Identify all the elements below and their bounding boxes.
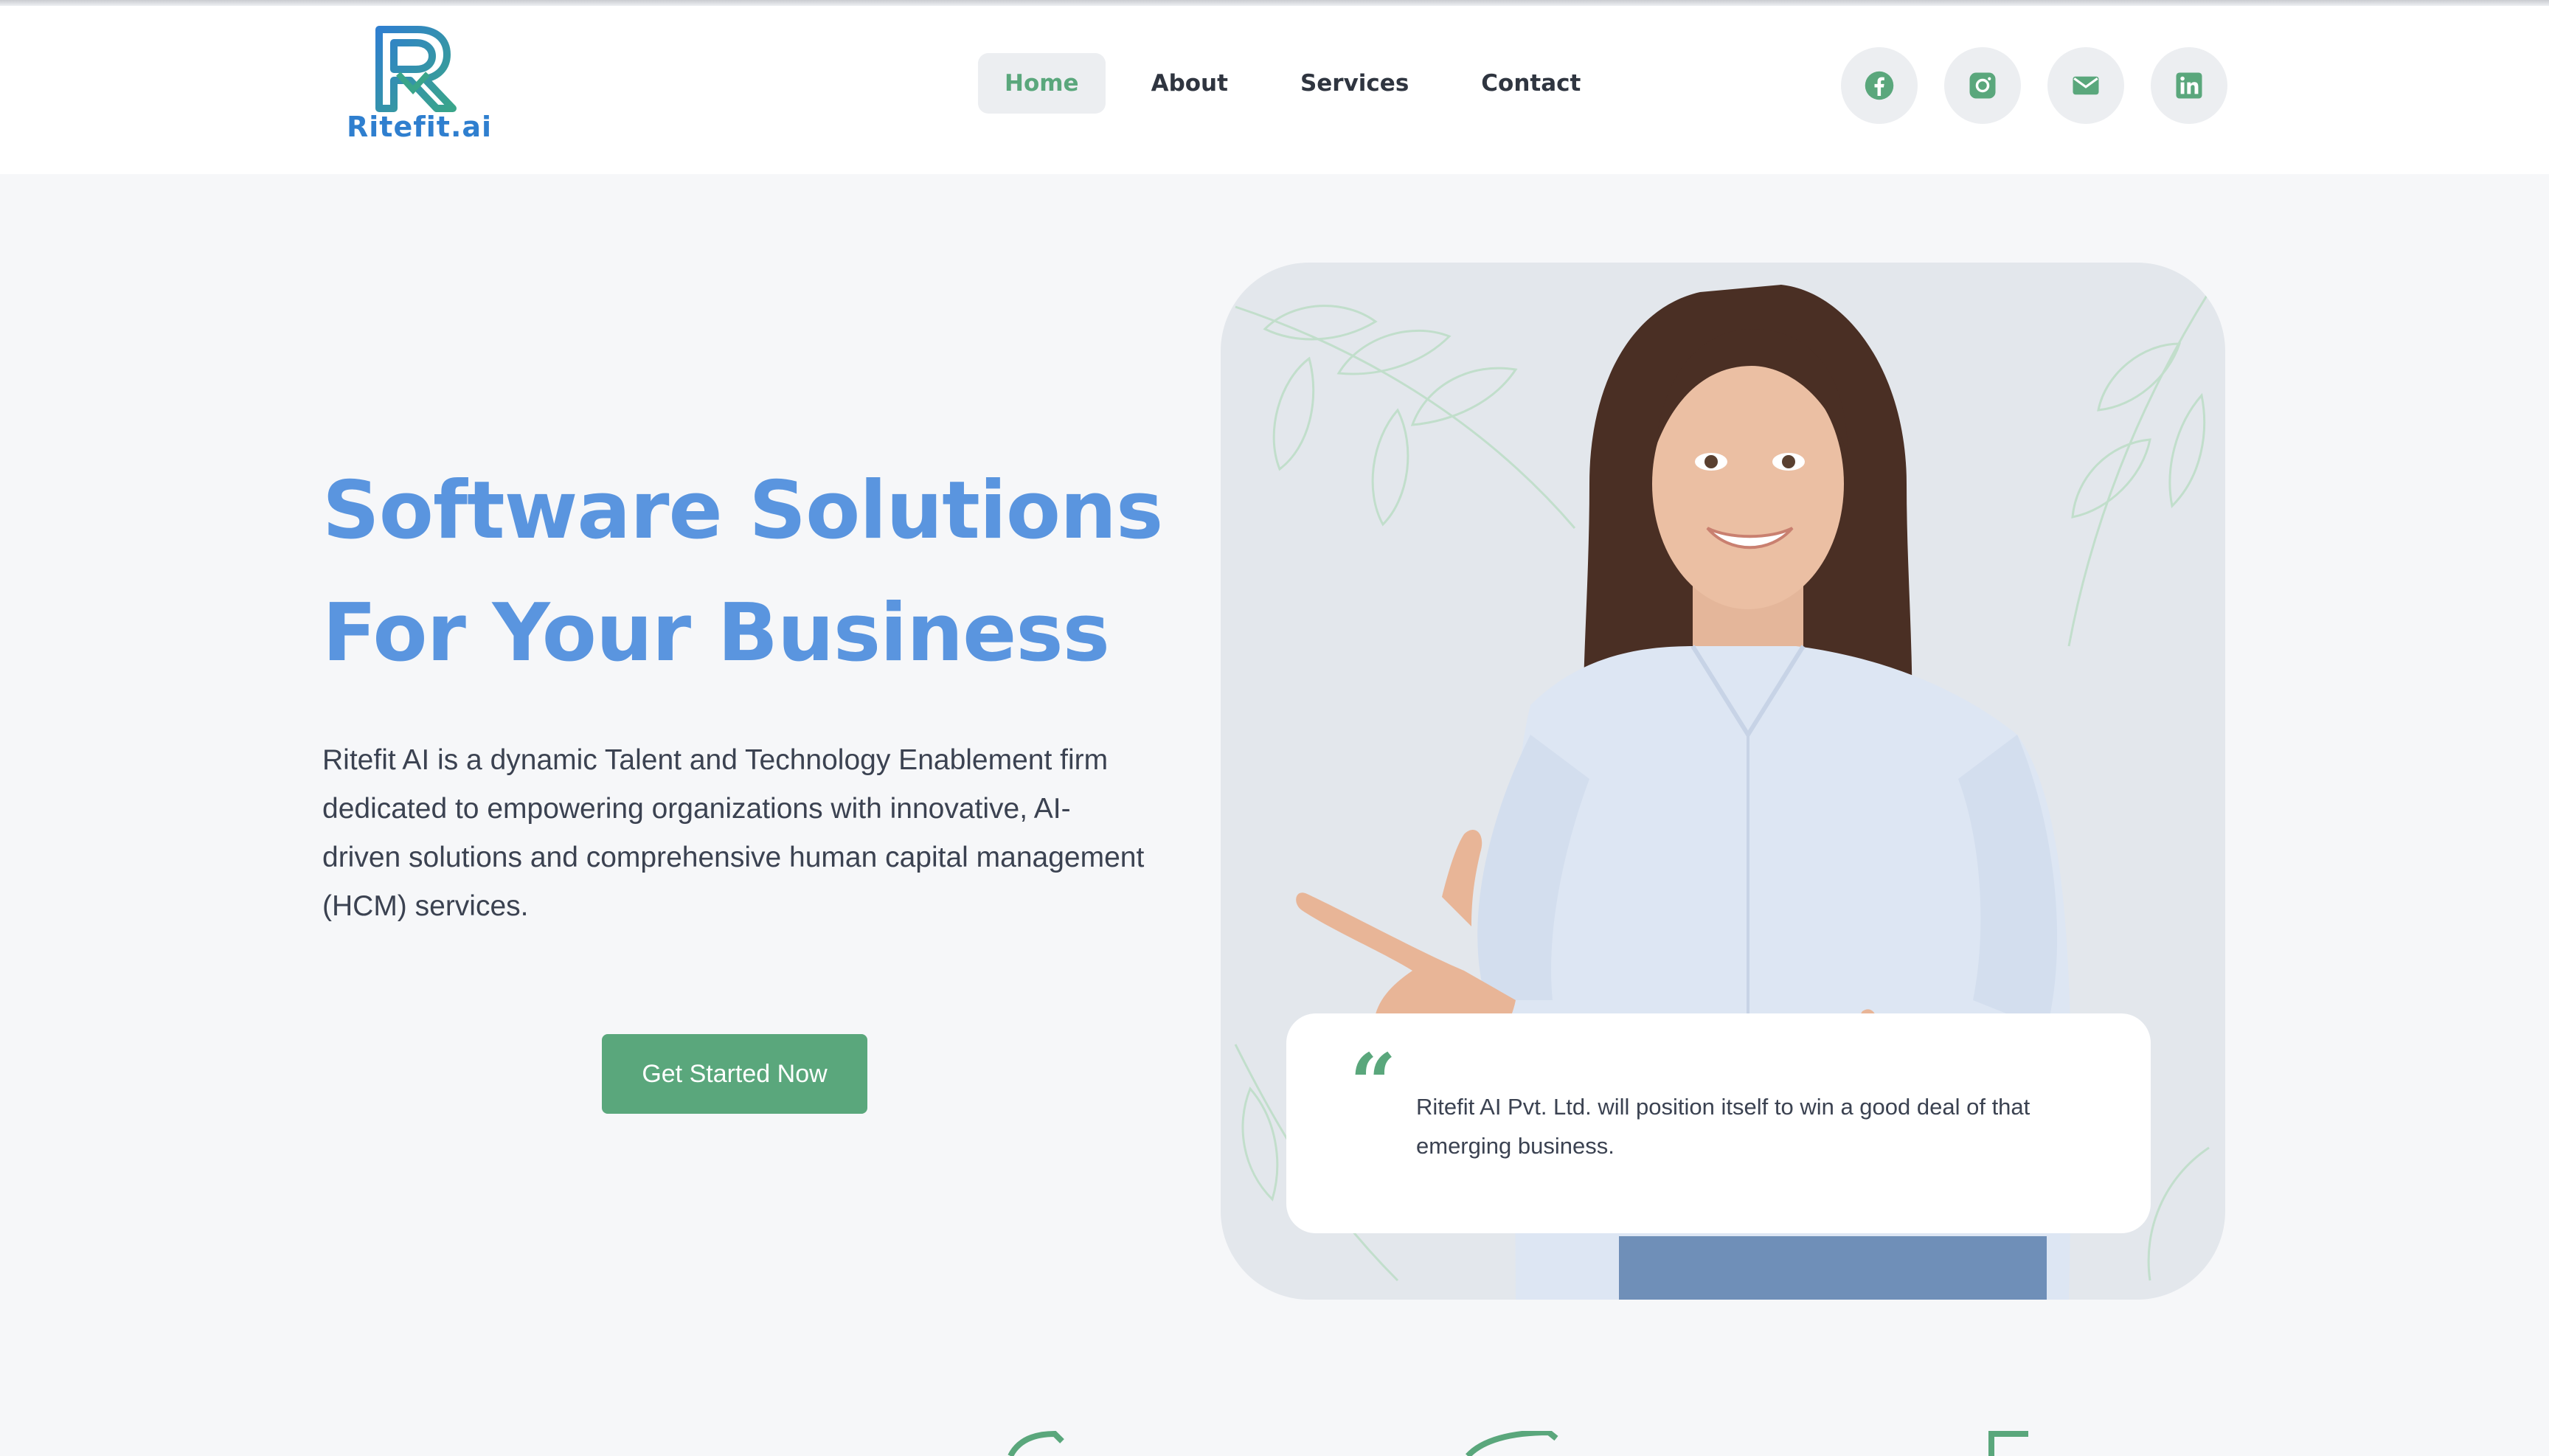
instagram-icon	[1969, 72, 1996, 99]
main-nav: Home About Services Contact	[978, 53, 1626, 114]
hero-title: Software Solutions For Your Business	[322, 450, 1207, 695]
hero-title-line-1: Software Solutions	[322, 465, 1163, 557]
testimonial-text: Ritefit AI Pvt. Ltd. will position itsel…	[1416, 1094, 2030, 1159]
quote-icon: “	[1350, 1036, 1397, 1131]
facebook-button[interactable]	[1841, 47, 1918, 124]
social-links	[1841, 47, 2254, 124]
nav-about[interactable]: About	[1125, 53, 1255, 114]
brand-name: Ritefit.ai	[347, 111, 493, 143]
logo-mark-icon	[375, 26, 457, 112]
linkedin-icon	[2176, 72, 2202, 99]
hero-title-line-2: For Your Business	[322, 587, 1110, 679]
nav-services[interactable]: Services	[1274, 53, 1435, 114]
instagram-button[interactable]	[1944, 47, 2021, 124]
mail-button[interactable]	[2047, 47, 2124, 124]
next-section-icons-peek	[1008, 1431, 2028, 1456]
nav-contact[interactable]: Contact	[1454, 53, 1607, 114]
site-header: Ritefit.ai Home About Services Contact	[0, 6, 2549, 174]
facebook-icon	[1865, 71, 1894, 100]
top-edge	[0, 0, 2549, 6]
linkedin-button[interactable]	[2151, 47, 2227, 124]
mail-icon	[2073, 76, 2099, 95]
testimonial-card: “ Ritefit AI Pvt. Ltd. will position its…	[1286, 1013, 2151, 1233]
nav-home[interactable]: Home	[978, 53, 1106, 114]
brand-logo[interactable]: Ritefit.ai	[347, 24, 493, 149]
hero-description: Ritefit AI is a dynamic Talent and Techn…	[322, 744, 1145, 922]
get-started-button[interactable]: Get Started Now	[602, 1034, 867, 1114]
